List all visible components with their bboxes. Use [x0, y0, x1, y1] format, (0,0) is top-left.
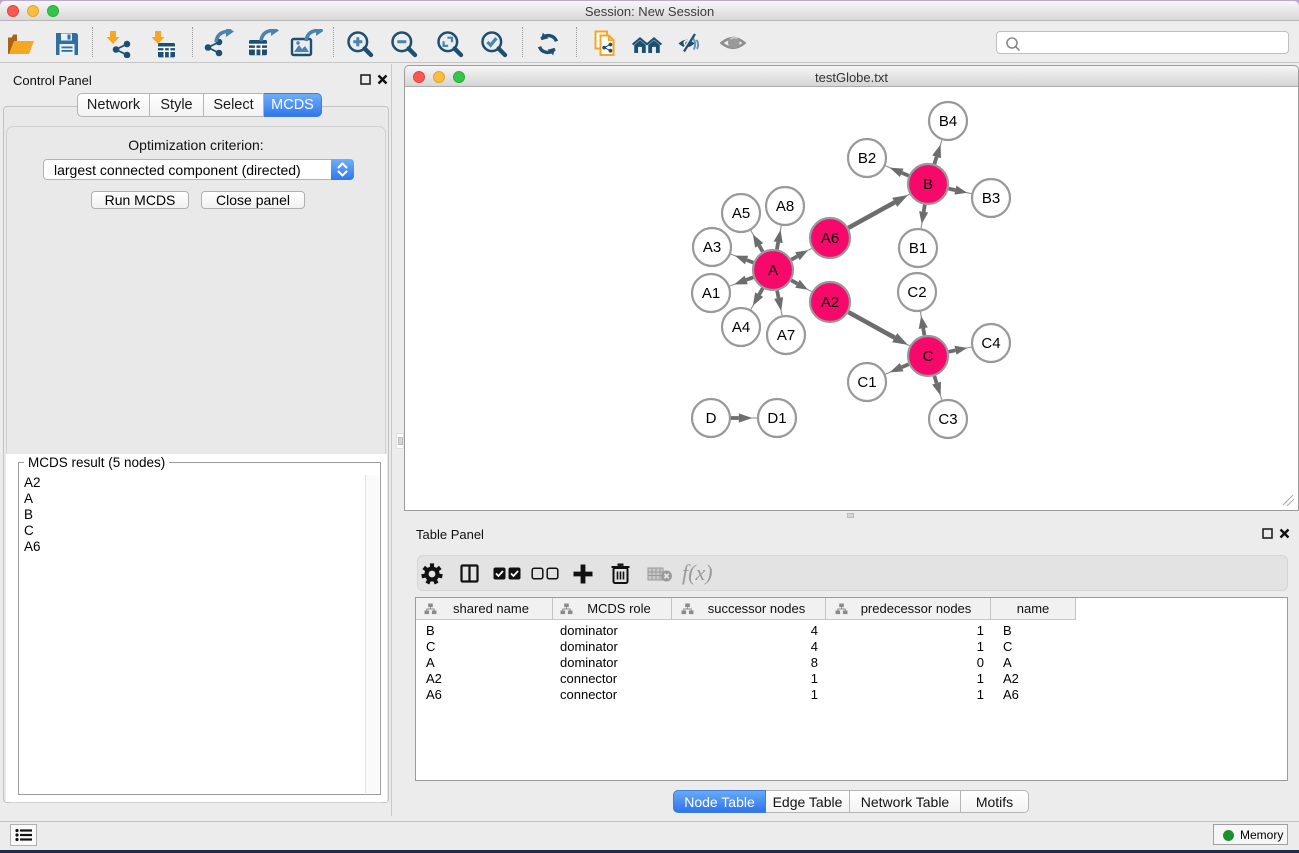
svg-text:A: A	[768, 262, 778, 279]
svg-text:A5: A5	[732, 205, 750, 222]
svg-text:C: C	[923, 348, 934, 365]
svg-text:C4: C4	[981, 335, 1000, 352]
svg-text:A6: A6	[821, 230, 839, 247]
svg-text:B4: B4	[939, 113, 957, 130]
svg-text:B1: B1	[909, 240, 927, 257]
svg-text:B2: B2	[858, 150, 876, 167]
svg-text:D: D	[706, 410, 717, 427]
svg-text:A8: A8	[776, 198, 794, 215]
svg-text:A4: A4	[732, 319, 750, 336]
svg-text:A7: A7	[777, 327, 795, 344]
svg-text:C3: C3	[938, 411, 957, 428]
svg-text:A1: A1	[702, 285, 720, 302]
svg-text:A2: A2	[821, 294, 839, 311]
svg-text:C1: C1	[857, 374, 876, 391]
svg-text:D1: D1	[767, 410, 786, 427]
svg-text:B: B	[923, 176, 933, 193]
svg-text:A3: A3	[703, 239, 721, 256]
svg-text:B3: B3	[982, 190, 1000, 207]
svg-text:C2: C2	[907, 284, 926, 301]
